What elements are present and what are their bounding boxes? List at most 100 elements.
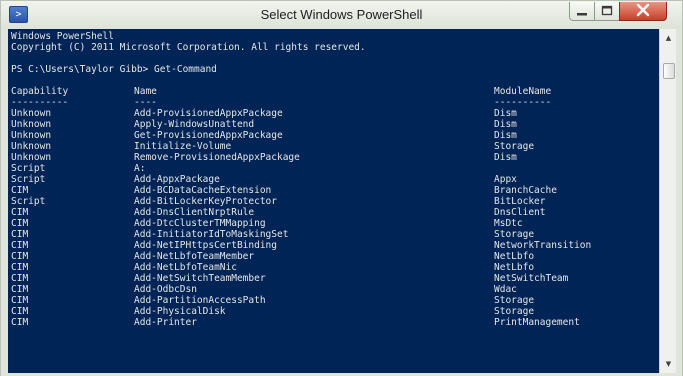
row-name: Initialize-Volume (134, 141, 232, 152)
scrollbar-thumb[interactable] (663, 63, 675, 79)
table-row: CIM Add-OdbcDsn Wdac (11, 284, 517, 295)
minimize-icon (577, 13, 587, 16)
table-row: Script Add-AppxPackage Appx (11, 174, 517, 185)
table-row: Unknown Apply-WindowsUnattend Dism (11, 119, 517, 130)
table-header: Capability Name ModuleName (11, 86, 551, 97)
row-module: PrintManagement (494, 317, 580, 328)
row-capability: CIM (11, 251, 29, 262)
table-row: CIM Add-BCDataCacheExtension BranchCache (11, 185, 557, 196)
row-name: Add-BitLockerKeyProtector (134, 196, 277, 207)
console-prompt: PS C:\Users\Taylor Gibb> Get-Command (11, 64, 217, 75)
close-icon (636, 3, 650, 17)
row-module: NetLbfo (494, 262, 535, 273)
row-capability: CIM (11, 295, 29, 306)
console-line: Copyright (C) 2011 Microsoft Corporation… (11, 42, 366, 53)
row-name: Add-DnsClientNrptRule (134, 207, 255, 218)
row-name: Add-PartitionAccessPath (134, 295, 266, 306)
table-row: Script Add-BitLockerKeyProtector BitLock… (11, 196, 545, 207)
table-row: CIM Add-NetSwitchTeamMember NetSwitchTea… (11, 273, 568, 284)
row-name: Add-NetIPHttpsCertBinding (134, 240, 277, 251)
row-module: NetworkTransition (494, 240, 592, 251)
console-line: Windows PowerShell (11, 31, 114, 42)
row-name: Remove-ProvisionedAppxPackage (134, 152, 300, 163)
row-module: Dism (494, 108, 517, 119)
row-name: Add-ProvisionedAppxPackage (134, 108, 283, 119)
row-capability: CIM (11, 273, 29, 284)
maximize-icon (601, 5, 613, 16)
row-name: A: (134, 163, 146, 174)
row-capability: Script (11, 196, 46, 207)
table-row: CIM Add-DnsClientNrptRule DnsClient (11, 207, 545, 218)
row-name: Add-NetLbfoTeamNic (134, 262, 237, 273)
table-row: Unknown Initialize-Volume Storage (11, 141, 534, 152)
row-name: Apply-WindowsUnattend (134, 119, 255, 130)
row-capability: Unknown (11, 130, 52, 141)
row-capability: CIM (11, 317, 29, 328)
table-row: CIM Add-NetIPHttpsCertBinding NetworkTra… (11, 240, 591, 251)
header-capability: Capability (11, 86, 69, 97)
row-module: Storage (494, 229, 535, 240)
header-module: ModuleName (494, 86, 552, 97)
title-bar[interactable]: > Select Windows PowerShell (1, 1, 682, 29)
window-frame-right (676, 29, 682, 373)
row-module: Storage (494, 306, 535, 317)
row-module: Dism (494, 130, 517, 141)
window-frame-left (1, 29, 8, 373)
maximize-button[interactable] (594, 2, 620, 21)
separator-module: ---------- (494, 97, 552, 108)
row-capability: CIM (11, 240, 29, 251)
close-button[interactable] (619, 2, 667, 21)
row-name: Add-InitiatorIdToMaskingSet (134, 229, 289, 240)
row-name: Add-BCDataCacheExtension (134, 185, 272, 196)
row-capability: CIM (11, 262, 29, 273)
table-row: Unknown Add-ProvisionedAppxPackage Dism (11, 108, 517, 119)
row-capability: Unknown (11, 152, 52, 163)
table-row: CIM Add-NetLbfoTeamMember NetLbfo (11, 251, 534, 262)
table-row: CIM Add-Printer PrintManagement (11, 317, 580, 328)
row-module: Dism (494, 119, 517, 130)
table-row: Unknown Remove-ProvisionedAppxPackage Di… (11, 152, 517, 163)
row-name: Get-ProvisionedAppxPackage (134, 130, 283, 141)
row-capability: Unknown (11, 141, 52, 152)
row-capability: Unknown (11, 119, 52, 130)
row-module: MsDtc (494, 218, 523, 229)
row-name: Add-Printer (134, 317, 197, 328)
table-row: Unknown Get-ProvisionedAppxPackage Dism (11, 130, 517, 141)
separator-name: ---- (134, 97, 157, 108)
row-module: Appx (494, 174, 517, 185)
row-capability: CIM (11, 185, 29, 196)
minimize-button[interactable] (569, 2, 595, 21)
row-module: DnsClient (494, 207, 546, 218)
row-name: Add-AppxPackage (134, 174, 220, 185)
row-module: Wdac (494, 284, 517, 295)
table-row: CIM Add-NetLbfoTeamNic NetLbfo (11, 262, 534, 273)
row-name: Add-NetSwitchTeamMember (134, 273, 266, 284)
table-row: CIM Add-DtcClusterTMMapping MsDtc (11, 218, 523, 229)
row-capability: CIM (11, 207, 29, 218)
header-name: Name (134, 86, 157, 97)
row-module: Storage (494, 141, 535, 152)
row-module: BranchCache (494, 185, 557, 196)
vertical-scrollbar[interactable]: ▲ ▼ (659, 29, 677, 373)
scroll-up-icon[interactable]: ▲ (660, 31, 677, 45)
table-separator: ---------- ---- ---------- (11, 97, 551, 108)
separator-capability: ---------- (11, 97, 69, 108)
row-module: BitLocker (494, 196, 546, 207)
scroll-down-icon[interactable]: ▼ (660, 357, 677, 371)
table-row: CIM Add-PhysicalDisk Storage (11, 306, 534, 317)
row-name: Add-OdbcDsn (134, 284, 197, 295)
row-name: Add-NetLbfoTeamMember (134, 251, 255, 262)
row-capability: Unknown (11, 108, 52, 119)
console-output[interactable]: Windows PowerShell Copyright (C) 2011 Mi… (8, 29, 659, 373)
row-module: Storage (494, 295, 535, 306)
row-capability: CIM (11, 306, 29, 317)
row-capability: CIM (11, 218, 29, 229)
row-module: NetLbfo (494, 251, 535, 262)
row-module: NetSwitchTeam (494, 273, 569, 284)
table-row: Script A: (11, 163, 145, 174)
row-module: Dism (494, 152, 517, 163)
row-name: Add-DtcClusterTMMapping (134, 218, 266, 229)
row-capability: CIM (11, 284, 29, 295)
row-capability: CIM (11, 229, 29, 240)
row-capability: Script (11, 174, 46, 185)
